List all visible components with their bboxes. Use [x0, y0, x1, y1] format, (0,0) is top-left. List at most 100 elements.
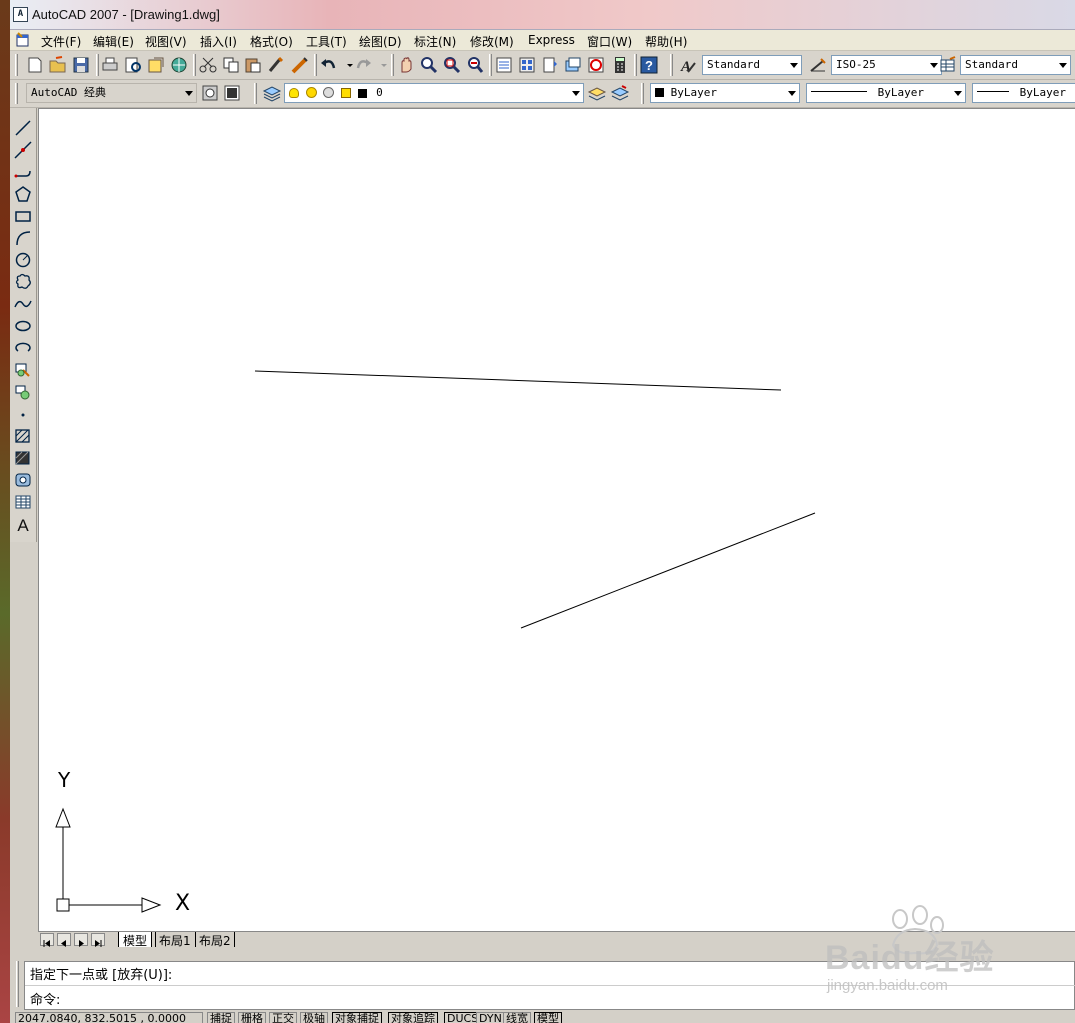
save-workspace-icon[interactable]	[222, 83, 242, 103]
menu-edit[interactable]: 编辑(E)	[93, 33, 134, 50]
last-tab-button[interactable]	[91, 933, 105, 947]
command-prompt[interactable]: 命令:	[30, 989, 60, 1008]
layer-previous-icon[interactable]	[610, 83, 630, 103]
new-icon[interactable]	[25, 55, 45, 75]
undo-dropdown-icon[interactable]	[340, 55, 353, 75]
text-style-select[interactable]: Standard	[702, 55, 802, 75]
lineweight-select[interactable]: ByLayer	[972, 83, 1075, 103]
command-window-grip[interactable]	[16, 961, 19, 1007]
tool-palettes-icon[interactable]	[540, 55, 560, 75]
menu-modify[interactable]: 修改(M)	[470, 33, 514, 50]
toolbar-grip[interactable]	[15, 83, 18, 104]
menu-help[interactable]: 帮助(H)	[645, 33, 687, 50]
layer-select[interactable]: 0	[284, 83, 584, 103]
autocad-app-icon[interactable]: A	[13, 7, 28, 22]
table-style-select[interactable]: Standard	[960, 55, 1071, 75]
menu-file[interactable]: 文件(F)	[41, 33, 81, 50]
workspace-select[interactable]: AutoCAD 经典	[26, 83, 197, 103]
redo-icon[interactable]	[353, 55, 373, 75]
dimension-style-select[interactable]: ISO-25	[831, 55, 942, 75]
spline-icon[interactable]	[13, 294, 33, 314]
make-block-icon[interactable]	[13, 382, 33, 402]
dimension-style-icon[interactable]	[808, 55, 828, 75]
model-toggle[interactable]: 模型	[534, 1012, 562, 1023]
otrack-toggle[interactable]: 对象追踪	[388, 1012, 438, 1023]
drawn-line-2[interactable]	[520, 512, 816, 629]
cut-icon[interactable]	[198, 55, 218, 75]
next-tab-button[interactable]	[74, 933, 88, 947]
help-icon[interactable]: ?	[639, 55, 659, 75]
properties-icon[interactable]	[494, 55, 514, 75]
zoom-realtime-icon[interactable]	[419, 55, 439, 75]
polar-toggle[interactable]: 极轴	[300, 1012, 328, 1023]
menu-insert[interactable]: 插入(I)	[200, 33, 237, 50]
ellipse-icon[interactable]	[13, 316, 33, 336]
menu-express[interactable]: Express	[528, 33, 575, 47]
plot-icon[interactable]	[100, 55, 120, 75]
toolbar-grip[interactable]	[254, 83, 257, 104]
menu-tools[interactable]: 工具(T)	[306, 33, 347, 50]
design-center-icon[interactable]	[517, 55, 537, 75]
toolbar-grip[interactable]	[641, 83, 644, 104]
sheet-set-icon[interactable]	[563, 55, 583, 75]
match-properties-icon[interactable]	[266, 55, 286, 75]
polygon-icon[interactable]	[13, 184, 33, 204]
copy-icon[interactable]	[221, 55, 241, 75]
publish-icon[interactable]	[146, 55, 166, 75]
menu-window[interactable]: 窗口(W)	[587, 33, 632, 50]
linetype-select[interactable]: ByLayer	[806, 83, 966, 103]
table-icon[interactable]	[13, 492, 33, 512]
paste-icon[interactable]	[243, 55, 263, 75]
document-icon[interactable]	[15, 32, 31, 48]
osnap-toggle[interactable]: 对象捕捉	[332, 1012, 382, 1023]
zoom-window-icon[interactable]	[442, 55, 462, 75]
multiline-text-icon[interactable]: A	[13, 514, 33, 534]
menu-view[interactable]: 视图(V)	[145, 33, 187, 50]
color-select[interactable]: ByLayer	[650, 83, 800, 103]
ellipse-arc-icon[interactable]	[13, 338, 33, 358]
block-editor-icon[interactable]	[290, 55, 310, 75]
toolbar-grip[interactable]	[15, 54, 18, 76]
menu-draw[interactable]: 绘图(D)	[359, 33, 402, 50]
revision-cloud-icon[interactable]	[13, 272, 33, 292]
undo-icon[interactable]	[319, 55, 339, 75]
polyline-icon[interactable]	[13, 162, 33, 182]
circle-icon[interactable]	[13, 250, 33, 270]
coordinates-display[interactable]: 2047.0840, 832.5015 , 0.0000	[15, 1012, 203, 1023]
save-icon[interactable]	[71, 55, 91, 75]
point-icon[interactable]	[13, 404, 33, 424]
menu-format[interactable]: 格式(O)	[250, 33, 293, 50]
lineweight-toggle[interactable]: 线宽	[503, 1012, 531, 1023]
zoom-previous-icon[interactable]	[465, 55, 485, 75]
layer-manager-icon[interactable]	[262, 83, 282, 103]
gradient-icon[interactable]	[13, 448, 33, 468]
text-style-icon[interactable]: A	[678, 55, 698, 75]
region-icon[interactable]	[13, 470, 33, 490]
dyn-toggle[interactable]: DYN	[476, 1012, 505, 1023]
3d-dwf-icon[interactable]	[169, 55, 189, 75]
workspace-settings-icon[interactable]	[200, 83, 220, 103]
plot-preview-icon[interactable]	[123, 55, 143, 75]
arc-icon[interactable]	[13, 228, 33, 248]
hatch-icon[interactable]	[13, 426, 33, 446]
drawing-canvas[interactable]: Y X	[38, 108, 1075, 931]
open-icon[interactable]	[48, 55, 68, 75]
rectangle-icon[interactable]	[13, 206, 33, 226]
markup-set-icon[interactable]	[586, 55, 606, 75]
calculator-icon[interactable]	[610, 55, 630, 75]
menu-dimension[interactable]: 标注(N)	[414, 33, 456, 50]
construction-line-icon[interactable]	[13, 140, 33, 160]
previous-tab-button[interactable]	[57, 933, 71, 947]
make-object-layer-current-icon[interactable]	[587, 83, 607, 103]
snap-toggle[interactable]: 捕捉	[207, 1012, 235, 1023]
redo-dropdown-icon[interactable]	[374, 55, 387, 75]
ortho-toggle[interactable]: 正交	[269, 1012, 297, 1023]
grid-toggle[interactable]: 栅格	[238, 1012, 266, 1023]
command-history[interactable]: 指定下一点或 [放弃(U)]: 命令:	[24, 961, 1075, 1010]
insert-block-icon[interactable]	[13, 360, 33, 380]
line-icon[interactable]	[13, 118, 33, 138]
table-style-icon[interactable]	[938, 55, 958, 75]
first-tab-button[interactable]	[40, 933, 54, 947]
drawn-line-1[interactable]	[254, 370, 782, 391]
pan-icon[interactable]	[396, 55, 416, 75]
